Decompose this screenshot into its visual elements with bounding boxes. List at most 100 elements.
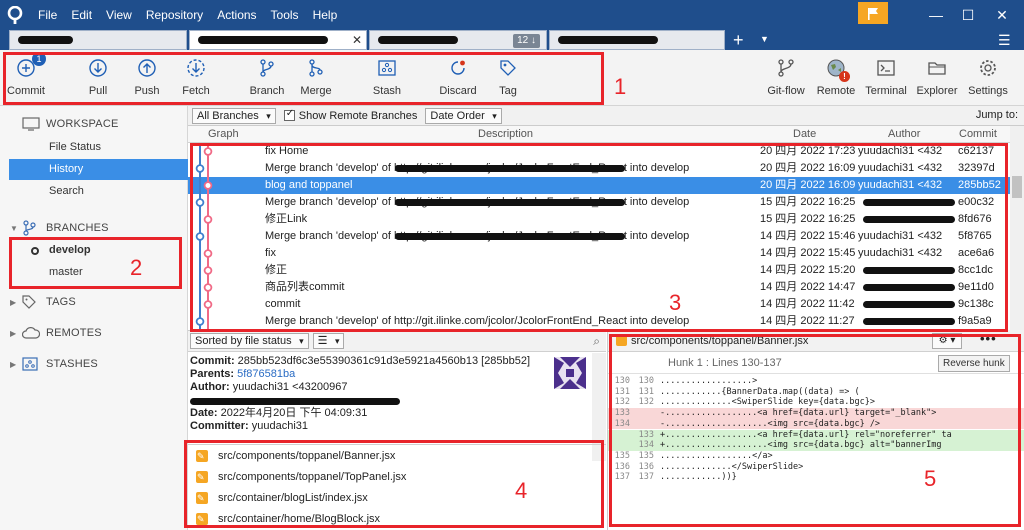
remote-button[interactable]: ! Remote [810,54,862,97]
changed-file-item[interactable]: src/container/blogList/index.jsx [196,488,368,508]
changed-file-item[interactable]: src/container/home/BlogBlock.jsx [196,509,380,529]
history-scrollbar[interactable] [1010,126,1024,330]
commit-row[interactable]: 修正Link 15 四月 2022 16:25 8fd676 [188,211,1010,228]
diff-code: ..............<SwiperSlide key={data.bgc… [660,397,875,408]
title-bar: File Edit View Repository Actions Tools … [0,0,1024,30]
current-branch-icon [31,247,39,255]
col-graph[interactable]: Graph [208,128,239,140]
diff-code: ............{BannerData.map((data) => ( [660,386,860,397]
menu-view[interactable]: View [99,0,139,30]
sidebar-item-file-status[interactable]: File Status [9,137,188,158]
branch-item-master[interactable]: master [9,262,188,283]
repo-tab-active[interactable]: ✕ [189,30,367,50]
merge-button[interactable]: Merge [290,54,342,97]
settings-button[interactable]: Settings [962,54,1014,97]
discard-button[interactable]: Discard [432,54,484,97]
view-mode-dropdown[interactable]: ☰ [312,333,345,349]
commit-row[interactable]: Merge branch 'develop' of http://git.ili… [188,194,1010,211]
stashes-header[interactable]: ▶ STASHES [10,356,98,372]
fetch-button[interactable]: Fetch [170,54,222,97]
redacted-tab-name [558,36,658,44]
commit-row[interactable]: 修正 14 四月 2022 15:20 8cc1dc [188,262,1010,279]
menu-edit[interactable]: Edit [64,0,99,30]
branch-button[interactable]: Branch [241,54,293,97]
redacted-author [863,301,955,308]
repo-tab[interactable]: 12 ↓ [369,30,547,50]
diff-options-button[interactable]: ⚙ ▾ [932,333,962,349]
commit-author: yuudachi31 <432 [858,230,943,242]
sidebar-item-search[interactable]: Search [9,181,188,202]
explorer-button[interactable]: Explorer [911,54,963,97]
order-dropdown[interactable]: Date Order [425,107,502,124]
gitflow-button[interactable]: Git-flow [760,54,812,97]
diff-line: 133 -..................<a href={data.url}… [608,408,1024,419]
main-toolbar: 1 Commit Pull Push Fetch Branch Merge St… [0,50,1024,106]
commit-hash: ace6a6 [958,247,995,259]
commit-hash: 285bb52 [958,179,1001,191]
tag-icon [22,294,40,310]
branch-filter-dropdown[interactable]: All Branches [192,107,276,124]
commit-hash: 8fd676 [958,213,992,225]
redacted-author [863,216,955,223]
close-tab-icon[interactable]: ✕ [352,33,362,47]
push-button[interactable]: Push [121,54,173,97]
more-options-icon[interactable]: ••• [980,331,997,346]
col-commit[interactable]: Commit [959,128,997,140]
stash-button[interactable]: Stash [361,54,413,97]
search-icon[interactable]: ⌕ [593,334,600,349]
redacted-url [395,165,625,172]
branch-item-develop[interactable]: develop [9,240,188,261]
remote-warning-badge: ! [839,71,850,82]
add-tab-icon[interactable]: + [733,30,744,50]
commit-button[interactable]: 1 Commit [0,52,52,97]
sort-dropdown[interactable]: Sorted by file status [190,333,309,349]
menu-repository[interactable]: Repository [139,0,210,30]
redacted-tab-name [198,36,328,44]
commit-node-icon [203,266,213,275]
commit-row[interactable]: Merge branch 'develop' of http://git.ili… [188,313,1010,330]
col-author[interactable]: Author [888,128,920,140]
menu-file[interactable]: File [30,0,64,30]
terminal-button[interactable]: Terminal [860,54,912,97]
close-window-button[interactable]: ✕ [980,0,1024,30]
stash-icon [373,54,401,82]
diff-code: +....................<img src={data.bgc}… [660,440,942,451]
changed-file-item[interactable]: src/components/toppanel/TopPanel.jsx [196,467,406,487]
commit-row[interactable]: 商品列表commit 14 四月 2022 14:47 9e11d0 [188,279,1010,296]
commit-row[interactable]: commit 14 四月 2022 11:42 9c138c [188,296,1010,313]
menu-actions[interactable]: Actions [210,0,263,30]
commit-row[interactable]: fix 14 四月 2022 15:45 yuudachi31 <432 ace6a6 [188,245,1010,262]
branches-header[interactable]: ▼ BRANCHES [10,220,109,236]
sidebar-item-history[interactable]: History [9,159,188,180]
reverse-hunk-button[interactable]: Reverse hunk [938,355,1010,372]
changed-file-item[interactable]: src/components/toppanel/Banner.jsx [196,446,395,466]
commit-row[interactable]: Merge branch 'develop' of http://git.ili… [188,228,1010,245]
chevron-right-icon: ▶ [10,328,17,338]
col-description[interactable]: Description [478,128,533,140]
show-remote-checkbox[interactable]: Show Remote Branches [283,108,417,122]
commit-hash: 32397d [958,162,995,174]
repo-tab[interactable] [9,30,187,50]
repo-tab[interactable] [549,30,725,50]
history-scrollbar-thumb[interactable] [1012,176,1022,198]
annotation-number: 3 [669,290,682,315]
menu-help[interactable]: Help [306,0,345,30]
commit-row[interactable]: blog and toppanel 20 四月 2022 16:09 yuudach… [188,177,1010,194]
col-date[interactable]: Date [793,128,816,140]
diff-line: 136 136 ..............</SwiperSlide> [608,462,1024,473]
tags-header[interactable]: ▶ TAGS [10,294,76,310]
commit-row[interactable]: Merge branch 'develop' of http://git.ili… [188,160,1010,177]
commit-row[interactable]: fix Home 20 四月 2022 17:23 yuudachi31 <432 c… [188,143,1010,160]
tab-dropdown-icon[interactable]: ▼ [760,34,769,44]
menu-tools[interactable]: Tools [264,0,306,30]
modified-file-icon [196,446,208,466]
commit-hash-value: 285bb523df6c3e55390361c91d3e5921a4560b13… [237,355,531,367]
parent-link[interactable]: 5f876581ba [237,368,295,380]
changed-files-list: src/components/toppanel/Banner.jsx src/c… [188,444,606,530]
redacted-author [863,284,955,291]
pull-button[interactable]: Pull [72,54,124,97]
tag-button[interactable]: Tag [482,54,534,97]
remotes-header[interactable]: ▶ REMOTES [10,325,102,341]
flag-button[interactable] [858,2,888,24]
hamburger-menu-icon[interactable]: ☰ [998,32,1011,49]
